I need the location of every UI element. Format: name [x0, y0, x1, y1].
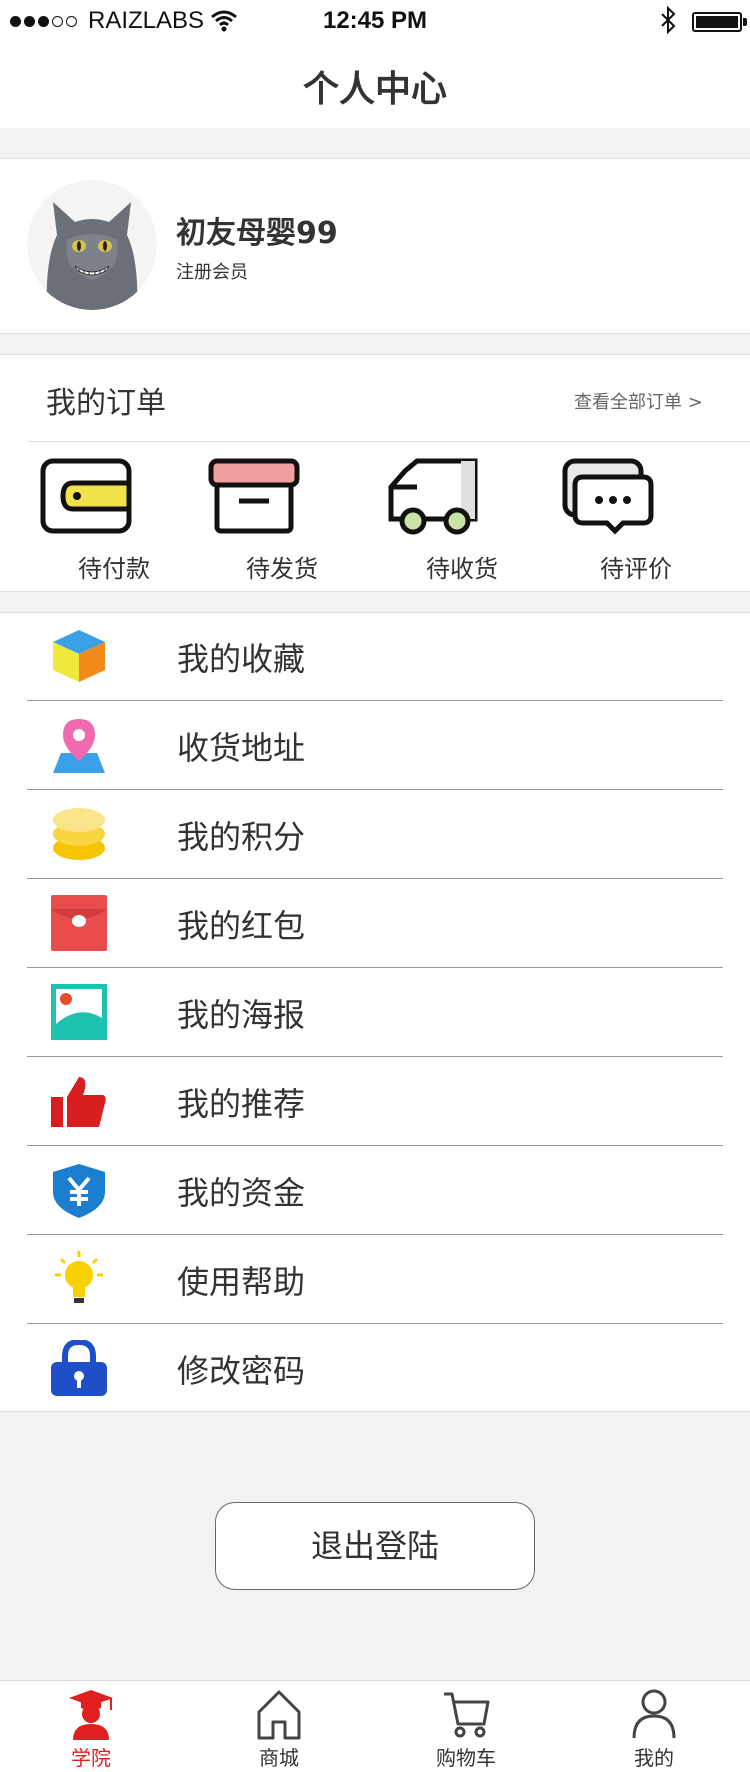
chat-icon	[562, 458, 654, 535]
menu-item-help[interactable]: 使用帮助	[0, 1235, 750, 1323]
menu-item-recommend[interactable]: 我的推荐	[0, 1057, 750, 1145]
bluetooth-icon	[661, 6, 676, 34]
red-envelope-icon	[51, 895, 107, 951]
lock-icon	[51, 1340, 107, 1396]
order-label: 待收货	[426, 555, 498, 583]
view-all-orders-link[interactable]: 查看全部订单 >	[574, 388, 703, 414]
person-icon	[632, 1689, 676, 1739]
cube-icon	[53, 630, 105, 682]
tab-label: 学院	[71, 1746, 111, 1770]
wallet-icon	[40, 458, 132, 534]
menu-item-label: 修改密码	[177, 1352, 306, 1390]
status-time: 12:45 PM	[322, 7, 428, 34]
battery-cap	[743, 18, 747, 26]
menu-item-funds[interactable]: 我的资金	[0, 1146, 750, 1234]
menu-item-favorites[interactable]: 我的收藏	[0, 612, 750, 700]
tab-label: 我的	[634, 1746, 674, 1770]
order-label: 待付款	[78, 555, 150, 583]
menu-item-label: 我的推荐	[177, 1085, 306, 1123]
truck-icon	[388, 458, 478, 535]
tab-cart[interactable]: 购物车	[406, 1688, 526, 1771]
menu-item-poster[interactable]: 我的海报	[0, 968, 750, 1056]
logout-button[interactable]: 退出登陆	[215, 1502, 535, 1590]
menu-item-label: 我的资金	[177, 1174, 306, 1212]
cart-icon	[444, 1692, 490, 1738]
menu-item-label: 我的收藏	[177, 640, 306, 678]
order-pending-shipment[interactable]: 待发货	[207, 457, 357, 584]
tab-mine[interactable]: 我的	[594, 1688, 714, 1771]
member-level: 注册会员	[176, 262, 248, 283]
tab-mall[interactable]: 商城	[219, 1688, 339, 1771]
graduate-icon	[69, 1690, 113, 1740]
order-label: 待评价	[600, 555, 672, 583]
box-icon	[208, 458, 300, 534]
map-pin-icon	[53, 719, 105, 773]
menu-item-label: 收货地址	[177, 729, 306, 767]
menu-item-label: 我的红包	[177, 907, 306, 945]
menu-item-address[interactable]: 收货地址	[0, 701, 750, 789]
thumbs-up-icon	[51, 1077, 106, 1127]
menu-item-label: 我的海报	[177, 996, 306, 1034]
order-label: 待发货	[246, 555, 318, 583]
menu-item-change-password[interactable]: 修改密码	[0, 1324, 750, 1412]
avatar[interactable]	[27, 180, 157, 310]
orders-title: 我的订单	[46, 386, 166, 421]
menu-item-red-envelope[interactable]: 我的红包	[0, 879, 750, 967]
orders-divider	[27, 441, 750, 442]
yuan-shield-icon	[53, 1164, 105, 1218]
tab-academy[interactable]: 学院	[31, 1688, 151, 1771]
page-title: 个人中心	[302, 69, 447, 110]
lightbulb-icon	[55, 1251, 103, 1303]
order-pending-payment[interactable]: 待付款	[39, 457, 189, 584]
order-pending-review[interactable]: 待评价	[561, 457, 711, 584]
tab-label: 商城	[259, 1746, 299, 1770]
order-pending-receipt[interactable]: 待收货	[387, 457, 537, 584]
username: 初友母婴99	[176, 216, 338, 251]
menu-item-label: 使用帮助	[177, 1263, 306, 1301]
tab-label: 购物车	[436, 1746, 496, 1770]
menu-item-points[interactable]: 我的积分	[0, 790, 750, 878]
coins-icon	[53, 808, 105, 860]
menu-item-label: 我的积分	[177, 818, 306, 856]
home-icon	[257, 1690, 301, 1740]
battery-icon	[692, 12, 742, 32]
poster-icon	[51, 984, 107, 1040]
